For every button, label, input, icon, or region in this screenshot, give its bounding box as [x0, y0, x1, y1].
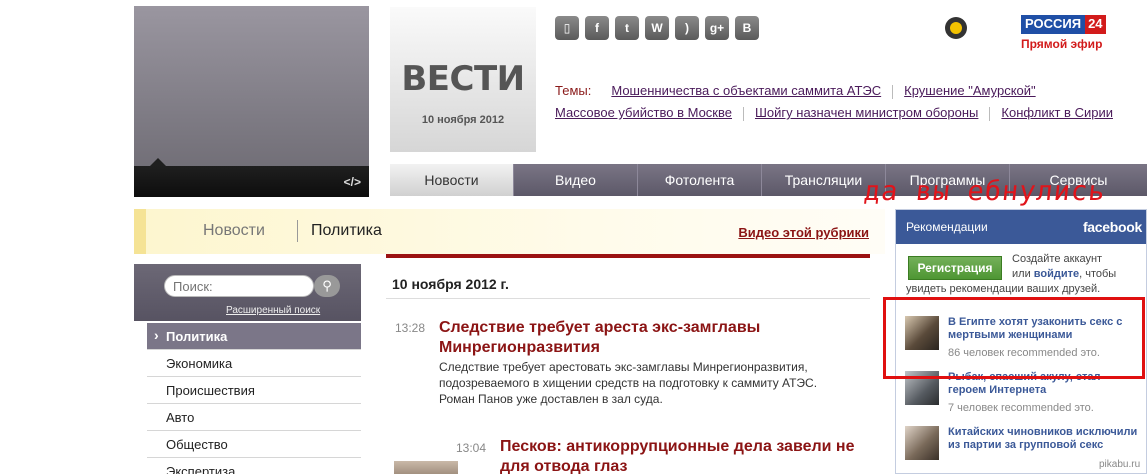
menu-item-auto[interactable]: Авто — [147, 404, 361, 431]
logo-title: ВЕСТИ — [401, 59, 525, 99]
rec-count: 7 человек recommended это. — [948, 402, 1094, 414]
divider — [892, 84, 894, 99]
embed-code-icon[interactable]: </> — [344, 175, 361, 189]
fb-header-label: Рекомендации — [906, 220, 988, 234]
wap-icon[interactable]: W — [645, 16, 669, 40]
topic-link[interactable]: Мошенничества с объектами саммита АТЭС — [611, 83, 881, 98]
watermark: pikabu.ru — [1099, 459, 1141, 470]
breadcrumb-section[interactable]: Новости — [203, 222, 265, 240]
search-panel: ⚲ Расширенный поиск — [134, 264, 361, 321]
topic-link[interactable]: Массовое убийство в Москве — [555, 105, 732, 120]
social-icons: ▯ f t W ) g+ B — [555, 16, 759, 40]
menu-item-incidents[interactable]: Происшествия — [147, 377, 361, 404]
menu-item-politics[interactable]: Политика — [147, 323, 361, 350]
fb-header: Рекомендации facebook — [896, 210, 1146, 244]
section-video-link[interactable]: Видео этой рубрики — [738, 225, 869, 240]
nav-news[interactable]: Новости — [390, 164, 514, 196]
channel-name: РОССИЯ — [1021, 15, 1086, 34]
radio-icon[interactable] — [945, 17, 967, 39]
highlight-box — [883, 297, 1145, 379]
news-time: 13:04 — [456, 441, 487, 455]
news-photo[interactable] — [394, 461, 458, 474]
logo-date: 10 ноября 2012 — [421, 114, 505, 126]
news-item: 13:28 Следствие требует ареста экс-замгл… — [386, 318, 870, 418]
vkontakte-icon[interactable]: B — [735, 16, 759, 40]
google-plus-icon[interactable]: g+ — [705, 16, 729, 40]
login-link[interactable]: войдите — [1034, 268, 1079, 280]
breadcrumb-current: Политика — [311, 222, 382, 239]
rec-title[interactable]: Китайских чиновников исключили из партии… — [948, 426, 1138, 452]
breadcrumb: Новости Политика Видео этой рубрики — [134, 209, 885, 254]
divider — [989, 106, 991, 121]
divider — [743, 106, 744, 121]
rss-icon[interactable]: ) — [675, 16, 699, 40]
player-bar — [134, 166, 369, 197]
search-input[interactable] — [164, 275, 314, 297]
news-time: 13:28 — [395, 321, 426, 335]
menu-item-society[interactable]: Общество — [147, 431, 361, 458]
topic-link[interactable]: Шойгу назначен министром обороны — [755, 105, 978, 120]
r24-box: РОССИЯ 24 — [1021, 15, 1106, 34]
title-line: для отвода глаз — [500, 458, 628, 474]
news-item: 13:04 Песков: антикоррупционные дела зав… — [386, 437, 870, 474]
nav-video[interactable]: Видео — [514, 164, 638, 196]
news-title[interactable]: Следствие требует ареста экс-замглавы Ми… — [439, 318, 869, 358]
search-button[interactable]: ⚲ — [314, 275, 340, 297]
note-line: , чтобы — [1079, 268, 1117, 280]
title-line: Следствие требует ареста экс-замглавы — [439, 319, 761, 336]
video-player[interactable]: </> — [134, 6, 369, 197]
channel-number: 24 — [1085, 15, 1106, 34]
register-button[interactable]: Регистрация — [908, 256, 1002, 280]
topics-label: Темы: — [555, 83, 592, 98]
note-line: Создайте аккаунт — [1012, 253, 1103, 265]
section-rule — [386, 254, 870, 258]
summary-line: подозреваемого в хищении средств на подг… — [439, 376, 818, 390]
news-title[interactable]: Песков: антикоррупционные дела завели не… — [500, 437, 870, 474]
note-line: увидеть рекомендации ваших друзей. — [906, 283, 1101, 295]
topics: Темы: Мошенничества с объектами саммита А… — [555, 80, 1125, 124]
title-line: Минрегионразвития — [439, 339, 600, 356]
russia24-logo[interactable]: РОССИЯ 24 Прямой эфир — [1021, 15, 1106, 51]
facebook-logo: facebook — [1082, 219, 1142, 235]
search-icon: ⚲ — [322, 278, 332, 293]
rec-thumbnail[interactable] — [905, 426, 939, 460]
summary-line: Следствие требует арестовать экс-замглав… — [439, 360, 808, 374]
advanced-search-link[interactable]: Расширенный поиск — [226, 305, 320, 316]
twitter-icon[interactable]: t — [615, 16, 639, 40]
title-line: Песков: антикоррупционные дела завели не — [500, 438, 855, 455]
summary-line: Роман Панов уже доставлен в зал суда. — [439, 392, 663, 406]
news-summary: Следствие требует арестовать экс-замглав… — [439, 359, 869, 407]
nav-photo[interactable]: Фотолента — [638, 164, 762, 196]
vesti-logo[interactable]: ВЕСТИ 10 ноября 2012 — [390, 7, 536, 152]
note-line: или — [1012, 268, 1034, 280]
section-menu: Политика Экономика Происшествия Авто Общ… — [147, 323, 361, 474]
overlay-caption: да вы ебнулись — [862, 176, 1108, 207]
live-link[interactable]: Прямой эфир — [1021, 37, 1106, 51]
divider — [297, 220, 298, 242]
topic-link[interactable]: Крушение "Амурской" — [904, 83, 1036, 98]
menu-item-economy[interactable]: Экономика — [147, 350, 361, 377]
notch — [150, 158, 166, 166]
facebook-icon[interactable]: f — [585, 16, 609, 40]
menu-item-expertise[interactable]: Экспертиза — [147, 458, 361, 474]
date-heading: 10 ноября 2012 г. — [386, 266, 870, 299]
topic-link[interactable]: Конфликт в Сирии — [1001, 105, 1113, 120]
mobile-icon[interactable]: ▯ — [555, 16, 579, 40]
